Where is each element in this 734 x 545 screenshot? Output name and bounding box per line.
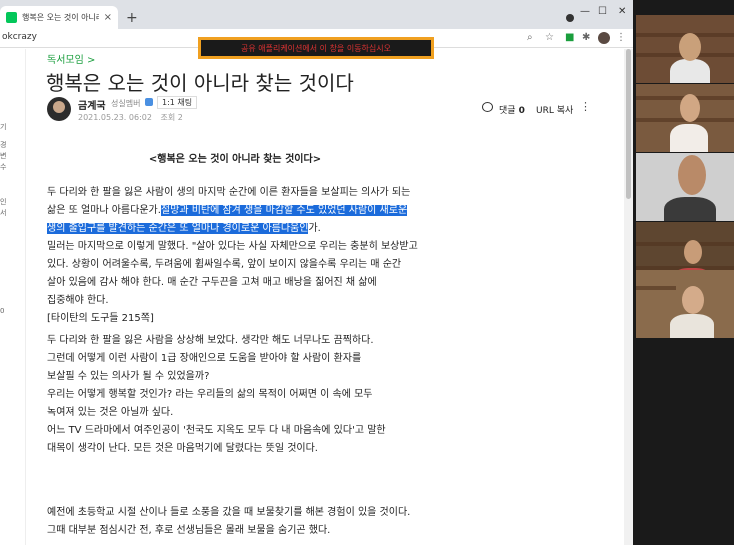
text-line: 있다. 상황이 어려울수록, 두려움에 휩싸일수록, 앞이 보이지 않을수록 우… [47,259,402,270]
tab-close-icon[interactable]: × [104,12,112,23]
maximize-button[interactable]: ☐ [598,6,607,17]
text-line: 그런데 어떻게 이런 사람이 1급 장애인으로 도움을 받아야 할 사람이 환자… [47,353,362,364]
breadcrumb[interactable]: 독서모임 > [47,51,95,66]
text-line: 어느 TV 드라마에서 여주인공이 '천국도 지옥도 모두 다 내 마음속에 있… [47,425,386,436]
screen-share-banner: 공유 애플리케이션에서 이 창을 이동하십시오 [198,37,434,59]
chat-button[interactable]: 1:1 채팅 [157,96,198,109]
close-window-button[interactable]: ✕ [618,6,626,17]
text-line: 보살필 수 있는 의사가 될 수 있었을까? [47,371,210,382]
post-body-para1: 두 다리와 한 팔을 잃은 사람이 생의 마지막 순간에 이른 환자들을 보살피… [47,184,467,328]
comment-label: 댓글 [499,106,516,116]
author-avatar[interactable] [47,97,71,121]
sidebar-fragment[interactable]: 0 [0,307,4,315]
sidebar-fragment[interactable]: 기 [0,122,6,132]
menu-kebab-icon[interactable]: ⋮ [616,32,626,43]
sidebar-fragment[interactable]: 인 [0,197,6,207]
scrollbar-thumb[interactable] [626,49,631,199]
post-date: 2021.05.23. 06:02 [78,113,152,122]
text-line: 밀러는 마지막으로 이렇게 말했다. "살아 있다는 사실 자체만으로 우리는 … [47,241,418,252]
author-rank: 성실멤버 [111,99,141,108]
comment-count: 0 [518,106,525,116]
text-line: 녹여져 있는 것은 아닐까 싶다. [47,407,174,418]
profile-avatar[interactable] [598,32,610,44]
sidebar-fragment[interactable]: 경 [0,140,6,150]
post-heading: <행복은 오는 것이 아니라 찾는 것이다> [148,154,322,165]
search-icon[interactable]: ⌕ [527,32,533,43]
comment-button[interactable]: 댓글 0 [499,103,525,116]
participant-video-tile[interactable] [636,15,734,83]
participant-video-tile[interactable] [636,84,734,152]
post-title: 행복은 오는 것이 아니라 찾는 것이다 [46,71,354,95]
url-copy-button[interactable]: URL 복사 [536,103,573,116]
tab-title: 행복은 오는 것이 아니라 찾는 것 [22,13,99,22]
puzzle-extensions-icon[interactable]: ✱ [582,32,590,43]
text-line: 집중해야 한다. [47,295,109,306]
text-line: 대목이 생각이 난다. 모든 것은 마음먹기에 달렸다는 뜻일 것이다. [47,443,318,454]
text-line: 삶은 또 얼마나 아름다운가.절망과 비탄에 잠겨 생을 마감할 수도 있었던 … [47,205,408,216]
comment-icon[interactable] [482,102,493,112]
sidebar-fragment[interactable]: 서 [0,208,6,218]
post-body-para3: 예전에 초등학교 시절 산이나 들로 소풍을 갔을 때 보물찾기를 해본 경험이… [47,504,467,540]
participant-video-tile[interactable] [636,270,734,338]
rank-badge-icon [145,98,153,106]
cafe-sidebar: 기 경 변 수 인 서 0 [0,49,26,545]
record-indicator-icon [566,14,574,22]
post-views: 조회 2 [160,113,183,122]
bookmark-star-icon[interactable]: ☆ [545,32,554,43]
highlighted-text: 생의 출입구를 발견하는 순간은 또 얼마나 경이로운 아름다움인 [47,223,309,234]
text-line: 두 다리와 한 팔을 잃은 사람을 상상해 보았다. 생각만 해도 너무나도 끔… [47,335,374,346]
participant-video-tile[interactable] [636,153,734,221]
text-line: [타이탄의 도구들 215쪽] [47,313,154,324]
extension-icon[interactable]: ■ [565,32,574,43]
text-line: 예전에 초등학교 시절 산이나 들로 소풍을 갔을 때 보물찾기를 해본 경험이… [47,507,411,518]
browser-tab[interactable]: 행복은 오는 것이 아니라 찾는 것 × [0,6,118,29]
naver-cafe-favicon-icon [6,12,17,23]
text-line: 그때 대부분 점심시간 전, 후로 선생님들은 몰래 보물을 숨기곤 했다. [47,525,331,536]
highlighted-text: 절망과 비탄에 잠겨 생을 마감할 수도 있었던 사람이 새로운 [160,205,408,216]
browser-window: 행복은 오는 것이 아니라 찾는 것 × + — ☐ ✕ okcrazy ⌕ ☆… [0,0,633,545]
url-text[interactable]: okcrazy [2,32,37,42]
text-line: 우리는 어떻게 행복할 것인가? 라는 우리들의 삶의 목적이 어쩌면 이 속에… [47,389,373,400]
text-line: 생의 출입구를 발견하는 순간은 또 얼마나 경이로운 아름다움인가. [47,223,321,234]
tab-strip: 행복은 오는 것이 아니라 찾는 것 × + — ☐ ✕ [0,0,633,29]
new-tab-button[interactable]: + [126,10,138,26]
author-name[interactable]: 금계국 [78,97,106,112]
post-body-para2: 두 다리와 한 팔을 잃은 사람을 상상해 보았다. 생각만 해도 너무나도 끔… [47,332,467,458]
text-line: 두 다리와 한 팔을 잃은 사람이 생의 마지막 순간에 이른 환자들을 보살피… [47,187,411,198]
text-line: 살아 있음에 감사 해야 한다. 매 순간 구두끈을 고쳐 매고 배낭을 짊어진… [47,277,377,288]
post-meta: 2021.05.23. 06:02 조회 2 [78,112,189,123]
share-banner-text: 공유 애플리케이션에서 이 창을 이동하십시오 [240,43,391,53]
more-options-icon[interactable]: ⋮ [580,100,591,113]
minimize-button[interactable]: — [580,6,590,17]
